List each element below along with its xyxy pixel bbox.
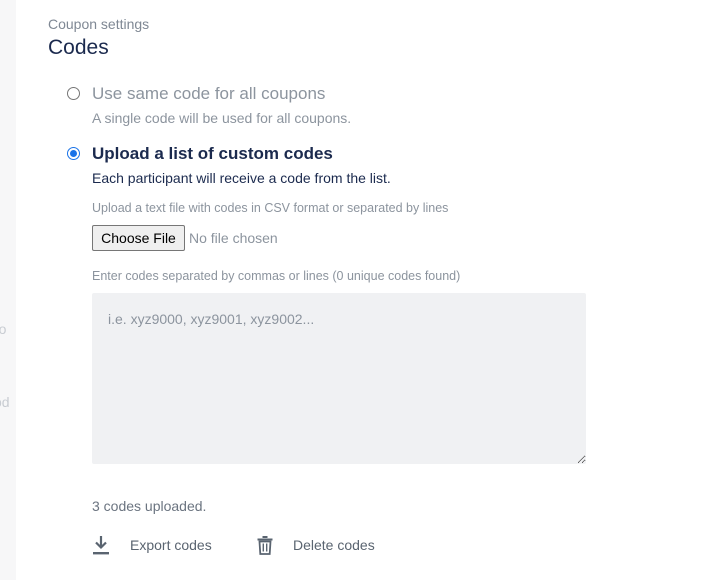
codes-input-hint: Enter codes separated by commas or lines…: [92, 269, 461, 283]
option-custom-codes-label[interactable]: Upload a list of custom codes: [92, 144, 333, 164]
delete-codes-button[interactable]: Delete codes: [257, 532, 375, 558]
delete-codes-label: Delete codes: [293, 537, 375, 553]
radio-custom-codes[interactable]: [67, 147, 80, 160]
breadcrumb: Coupon settings: [48, 16, 150, 32]
option-same-code-description: A single code will be used for all coupo…: [92, 110, 352, 126]
page-title: Codes: [48, 36, 109, 59]
sidebar-ghost-text: ro: [0, 321, 7, 337]
export-codes-label: Export codes: [130, 537, 212, 553]
option-same-code-label[interactable]: Use same code for all coupons: [92, 84, 325, 104]
uploaded-status: 3 codes uploaded.: [92, 498, 207, 514]
trash-icon: [257, 535, 273, 555]
download-icon: [92, 535, 110, 555]
sidebar-ghost-text: od: [0, 394, 10, 410]
choose-file-button[interactable]: Choose File: [92, 225, 185, 251]
background-sidebar: ro od: [0, 0, 16, 580]
upload-hint: Upload a text file with codes in CSV for…: [92, 201, 449, 215]
file-status: No file chosen: [189, 230, 278, 246]
radio-same-code[interactable]: [67, 87, 80, 100]
codes-textarea[interactable]: [92, 293, 586, 464]
export-codes-button[interactable]: Export codes: [92, 532, 212, 558]
option-custom-codes-description: Each participant will receive a code fro…: [92, 170, 391, 186]
